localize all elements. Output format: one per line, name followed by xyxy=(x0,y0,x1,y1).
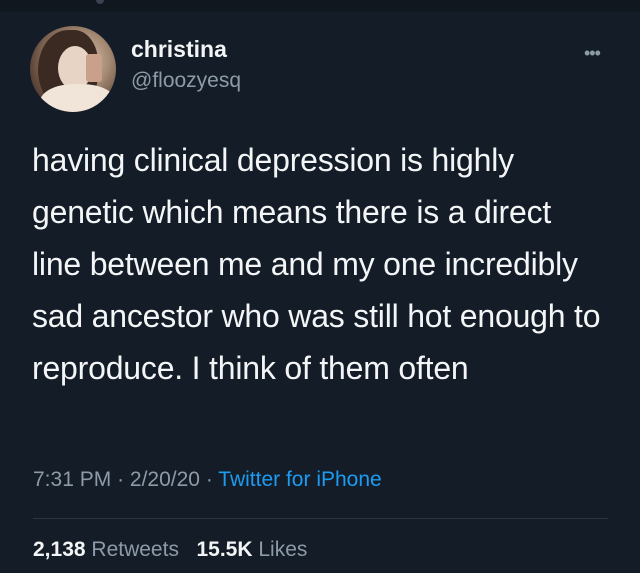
tweet-meta: 7:31 PM · 2/20/20 · Twitter for iPhone xyxy=(33,468,382,492)
likes-count: 15.5K xyxy=(196,538,253,561)
tweet-source-link[interactable]: Twitter for iPhone xyxy=(218,468,381,491)
tweet-stats: 2,138 Retweets 15.5K Likes xyxy=(33,538,307,562)
retweets-stat[interactable]: 2,138 Retweets xyxy=(33,538,185,561)
tweet-date[interactable]: 2/20/20 xyxy=(130,468,200,491)
user-handle[interactable]: @floozyesq xyxy=(131,69,241,93)
retweets-label: Retweets xyxy=(91,538,179,561)
meta-separator: · xyxy=(205,468,213,491)
retweets-count: 2,138 xyxy=(33,538,86,561)
likes-label: Likes xyxy=(258,538,308,561)
avatar-phone xyxy=(86,54,102,82)
display-name[interactable]: christina xyxy=(131,36,227,63)
more-icon[interactable]: ••• xyxy=(584,44,608,62)
tweet-card: christina @floozyesq ••• having clinical… xyxy=(0,0,640,573)
divider xyxy=(33,518,608,519)
tweet-time[interactable]: 7:31 PM xyxy=(33,468,111,491)
profile-avatar[interactable] xyxy=(30,26,116,112)
likes-stat[interactable]: 15.5K Likes xyxy=(196,538,307,561)
tweet-text: having clinical depression is highly gen… xyxy=(32,142,601,386)
meta-separator: · xyxy=(117,468,125,491)
avatar-shoulder xyxy=(40,84,116,112)
